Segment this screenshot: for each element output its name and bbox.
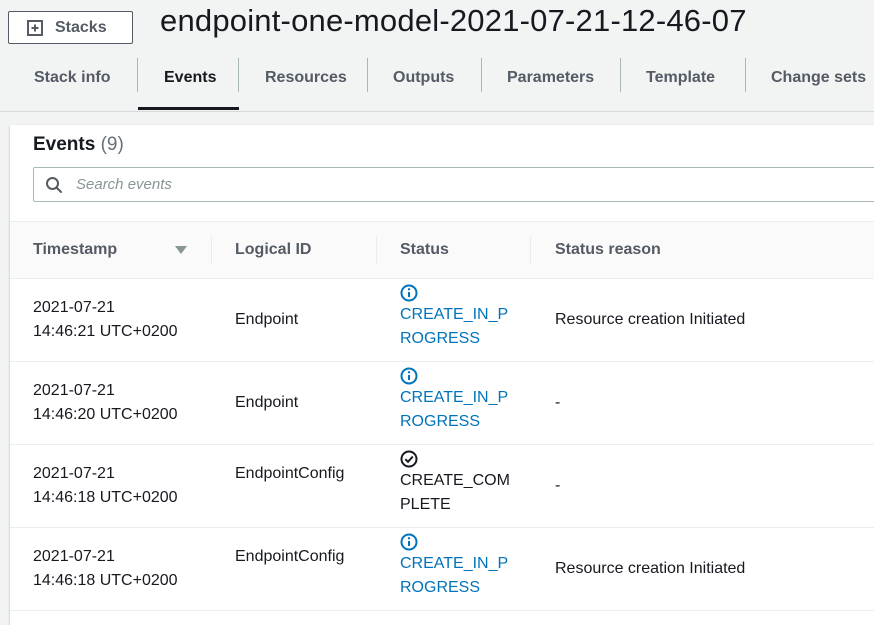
- timestamp-date: 2021-07-21: [33, 548, 115, 565]
- status-cell: CREATE_IN_PROGRESS: [400, 367, 518, 434]
- timestamp-cell: 2021-07-21 14:46:18 UTC+0200: [33, 462, 203, 510]
- column-header-status[interactable]: Status: [377, 222, 531, 278]
- tab-outputs[interactable]: Outputs: [368, 56, 482, 99]
- column-header-status-reason[interactable]: Status reason: [531, 222, 831, 278]
- column-header-logical-id[interactable]: Logical ID: [212, 222, 377, 278]
- status-text: CREATE_COMPLETE: [400, 472, 510, 513]
- table-header: Timestamp Logical ID Status Status reaso…: [10, 221, 874, 279]
- column-header-logical-id-label: Logical ID: [235, 241, 312, 258]
- timestamp-time: 14:46:21 UTC+0200: [33, 323, 178, 340]
- tab-parameters[interactable]: Parameters: [482, 56, 621, 99]
- status-cell: CREATE_COMPLETE: [400, 450, 518, 517]
- sort-descending-icon[interactable]: [175, 246, 187, 254]
- logical-id-cell: EndpointConfig: [235, 465, 345, 482]
- column-header-status-label: Status: [400, 241, 449, 258]
- status-reason-cell: Resource creation Initiated: [555, 560, 746, 577]
- timestamp-date: 2021-07-21: [33, 382, 115, 399]
- events-count: (9): [100, 134, 124, 155]
- stacks-button-label: Stacks: [55, 18, 107, 36]
- column-header-timestamp-label: Timestamp: [33, 241, 118, 258]
- info-icon: [400, 284, 418, 302]
- status-reason-cell: -: [555, 477, 561, 494]
- table-row: 2021-07-21 14:46:18 UTC+0200 EndpointCon…: [10, 445, 874, 528]
- info-icon: [400, 367, 418, 385]
- timestamp-time: 14:46:18 UTC+0200: [33, 572, 178, 589]
- events-panel: Events (9) Timestamp Logical ID Status S…: [10, 125, 874, 625]
- timestamp-time: 14:46:20 UTC+0200: [33, 406, 178, 423]
- tab-change-sets[interactable]: Change sets: [746, 56, 874, 99]
- table-row: 2021-07-21 14:46:21 UTC+0200 Endpoint CR…: [10, 279, 874, 362]
- tab-bar: Stack info Events Resources Outputs Para…: [0, 56, 874, 110]
- tab-resources[interactable]: Resources: [239, 56, 368, 99]
- status-reason-cell: Resource creation Initiated: [555, 311, 746, 328]
- tab-events[interactable]: Events: [138, 56, 239, 110]
- expand-icon: [27, 19, 43, 36]
- logical-id-cell: Endpoint: [235, 394, 299, 411]
- timestamp-cell: 2021-07-21 14:46:20 UTC+0200: [33, 379, 203, 427]
- status-link[interactable]: CREATE_IN_PROGRESS: [400, 555, 508, 596]
- column-header-status-reason-label: Status reason: [555, 241, 661, 258]
- table-row: 2021-07-21 14:46:20 UTC+0200 Endpoint CR…: [10, 362, 874, 445]
- column-header-timestamp[interactable]: Timestamp: [10, 222, 212, 278]
- timestamp-cell: 2021-07-21 14:46:18 UTC+0200: [33, 545, 203, 593]
- logical-id-cell: EndpointConfig: [235, 548, 345, 565]
- events-title: Events: [33, 134, 96, 155]
- stacks-button[interactable]: Stacks: [8, 11, 133, 44]
- timestamp-date: 2021-07-21: [33, 465, 115, 482]
- page-title: endpoint-one-model-2021-07-21-12-46-07: [160, 3, 747, 38]
- search-input[interactable]: [74, 175, 778, 194]
- status-link[interactable]: CREATE_IN_PROGRESS: [400, 306, 508, 347]
- search-icon: [45, 176, 63, 194]
- tabs-divider: [0, 111, 874, 112]
- timestamp-cell: 2021-07-21 14:46:21 UTC+0200: [33, 296, 203, 344]
- page-header: Stacks endpoint-one-model-2021-07-21-12-…: [0, 0, 874, 112]
- status-cell: CREATE_IN_PROGRESS: [400, 533, 518, 600]
- status-reason-cell: -: [555, 394, 561, 411]
- timestamp-time: 14:46:18 UTC+0200: [33, 489, 178, 506]
- status-link[interactable]: CREATE_IN_PROGRESS: [400, 389, 508, 430]
- search-box: [33, 167, 874, 202]
- logical-id-cell: Endpoint: [235, 311, 299, 328]
- timestamp-date: 2021-07-21: [33, 299, 115, 316]
- tab-stack-info[interactable]: Stack info: [0, 56, 138, 99]
- status-cell: CREATE_IN_PROGRESS: [400, 284, 518, 351]
- info-icon: [400, 533, 418, 551]
- tab-template[interactable]: Template: [621, 56, 746, 99]
- check-circle-icon: [400, 450, 418, 468]
- table-row: 2021-07-21 14:46:18 UTC+0200 EndpointCon…: [10, 528, 874, 611]
- events-heading: Events (9): [33, 134, 124, 156]
